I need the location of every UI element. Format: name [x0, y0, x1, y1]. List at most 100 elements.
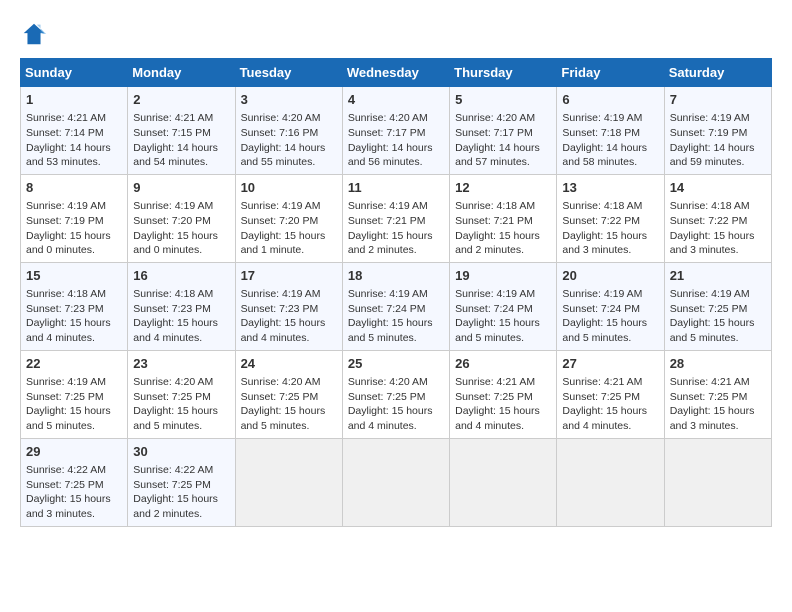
calendar-week-5: 29Sunrise: 4:22 AMSunset: 7:25 PMDayligh… — [21, 438, 772, 526]
calendar-header-row: SundayMondayTuesdayWednesdayThursdayFrid… — [21, 59, 772, 87]
sunset-text: Sunset: 7:24 PM — [348, 303, 426, 315]
daylight-text: Daylight: 15 hours and 5 minutes. — [348, 317, 433, 344]
day-number: 12 — [455, 179, 551, 197]
sunset-text: Sunset: 7:14 PM — [26, 127, 104, 139]
daylight-text: Daylight: 14 hours and 55 minutes. — [241, 142, 326, 169]
day-number: 7 — [670, 91, 766, 109]
calendar-cell: 27Sunrise: 4:21 AMSunset: 7:25 PMDayligh… — [557, 350, 664, 438]
daylight-text: Daylight: 15 hours and 2 minutes. — [348, 230, 433, 257]
sunrise-text: Sunrise: 4:21 AM — [562, 376, 642, 388]
daylight-text: Daylight: 14 hours and 57 minutes. — [455, 142, 540, 169]
daylight-text: Daylight: 15 hours and 5 minutes. — [562, 317, 647, 344]
daylight-text: Daylight: 15 hours and 3 minutes. — [562, 230, 647, 257]
day-number: 9 — [133, 179, 229, 197]
logo-icon — [20, 20, 48, 48]
day-number: 4 — [348, 91, 444, 109]
sunrise-text: Sunrise: 4:19 AM — [670, 288, 750, 300]
sunset-text: Sunset: 7:24 PM — [562, 303, 640, 315]
calendar-week-2: 8 Sunrise: 4:19 AM Sunset: 7:19 PM Daylight… — [21, 174, 772, 262]
calendar-cell: 30Sunrise: 4:22 AMSunset: 7:25 PMDayligh… — [128, 438, 235, 526]
day-number: 18 — [348, 267, 444, 285]
calendar-cell: 11Sunrise: 4:19 AMSunset: 7:21 PMDayligh… — [342, 174, 449, 262]
sunset-text: Sunset: 7:25 PM — [455, 391, 533, 403]
day-number: 1 — [26, 91, 122, 109]
calendar-cell: 15Sunrise: 4:18 AMSunset: 7:23 PMDayligh… — [21, 262, 128, 350]
day-number: 8 — [26, 179, 122, 197]
calendar-cell: 17Sunrise: 4:19 AMSunset: 7:23 PMDayligh… — [235, 262, 342, 350]
sunset-text: Sunset: 7:21 PM — [455, 215, 533, 227]
sunrise-text: Sunrise: 4:18 AM — [26, 288, 106, 300]
calendar-cell: 12Sunrise: 4:18 AMSunset: 7:21 PMDayligh… — [450, 174, 557, 262]
day-number: 17 — [241, 267, 337, 285]
sunset-text: Sunset: 7:23 PM — [26, 303, 104, 315]
sunset-text: Sunset: 7:20 PM — [241, 215, 319, 227]
daylight-text: Daylight: 14 hours and 59 minutes. — [670, 142, 755, 169]
calendar-cell — [342, 438, 449, 526]
sunset-text: Sunset: 7:19 PM — [670, 127, 748, 139]
day-number: 30 — [133, 443, 229, 461]
sunrise-text: Sunrise: 4:22 AM — [26, 464, 106, 476]
calendar-cell: 16Sunrise: 4:18 AMSunset: 7:23 PMDayligh… — [128, 262, 235, 350]
header-wednesday: Wednesday — [342, 59, 449, 87]
sunset-text: Sunset: 7:23 PM — [241, 303, 319, 315]
daylight-text: Daylight: 15 hours and 4 minutes. — [26, 317, 111, 344]
calendar-cell: 13Sunrise: 4:18 AMSunset: 7:22 PMDayligh… — [557, 174, 664, 262]
sunrise-text: Sunrise: 4:19 AM — [348, 200, 428, 212]
day-number: 19 — [455, 267, 551, 285]
daylight-text: Daylight: 15 hours and 1 minute. — [241, 230, 326, 257]
sunrise-text: Sunrise: 4:19 AM — [562, 288, 642, 300]
calendar-cell: 23Sunrise: 4:20 AMSunset: 7:25 PMDayligh… — [128, 350, 235, 438]
day-number: 3 — [241, 91, 337, 109]
day-number: 10 — [241, 179, 337, 197]
sunset-text: Sunset: 7:15 PM — [133, 127, 211, 139]
sunset-text: Sunset: 7:25 PM — [348, 391, 426, 403]
header-monday: Monday — [128, 59, 235, 87]
day-number: 13 — [562, 179, 658, 197]
sunrise-text: Sunrise: 4:18 AM — [133, 288, 213, 300]
sunrise-text: Sunrise: 4:19 AM — [670, 112, 750, 124]
sunset-text: Sunset: 7:23 PM — [133, 303, 211, 315]
header-saturday: Saturday — [664, 59, 771, 87]
page-header — [20, 20, 772, 48]
sunset-text: Sunset: 7:25 PM — [26, 479, 104, 491]
day-number: 28 — [670, 355, 766, 373]
daylight-text: Daylight: 15 hours and 3 minutes. — [670, 230, 755, 257]
sunrise-text: Sunrise: 4:20 AM — [348, 376, 428, 388]
calendar-cell: 19Sunrise: 4:19 AMSunset: 7:24 PMDayligh… — [450, 262, 557, 350]
day-number: 6 — [562, 91, 658, 109]
calendar-cell: 4Sunrise: 4:20 AMSunset: 7:17 PMDaylight… — [342, 87, 449, 175]
sunset-text: Sunset: 7:19 PM — [26, 215, 104, 227]
day-number: 25 — [348, 355, 444, 373]
day-number: 20 — [562, 267, 658, 285]
logo — [20, 20, 52, 48]
calendar-cell: 29Sunrise: 4:22 AMSunset: 7:25 PMDayligh… — [21, 438, 128, 526]
daylight-text: Daylight: 15 hours and 4 minutes. — [241, 317, 326, 344]
sunrise-text: Sunrise: 4:21 AM — [26, 112, 106, 124]
sunset-text: Sunset: 7:25 PM — [133, 391, 211, 403]
daylight-text: Daylight: 15 hours and 0 minutes. — [133, 230, 218, 257]
calendar-cell: 5Sunrise: 4:20 AMSunset: 7:17 PMDaylight… — [450, 87, 557, 175]
sunset-text: Sunset: 7:25 PM — [241, 391, 319, 403]
sunrise-text: Sunrise: 4:19 AM — [241, 200, 321, 212]
daylight-text: Daylight: 15 hours and 4 minutes. — [133, 317, 218, 344]
sunrise-text: Sunrise: 4:19 AM — [26, 376, 106, 388]
calendar-cell: 6Sunrise: 4:19 AMSunset: 7:18 PMDaylight… — [557, 87, 664, 175]
daylight-text: Daylight: 14 hours and 56 minutes. — [348, 142, 433, 169]
sunset-text: Sunset: 7:16 PM — [241, 127, 319, 139]
sunset-text: Sunset: 7:25 PM — [133, 479, 211, 491]
sunrise-text: Sunrise: 4:19 AM — [562, 112, 642, 124]
sunrise-text: Sunrise: 4:19 AM — [348, 288, 428, 300]
daylight-text: Daylight: 15 hours and 3 minutes. — [670, 405, 755, 432]
sunrise-text: Sunrise: 4:19 AM — [133, 200, 213, 212]
sunrise-text: Sunrise: 4:20 AM — [133, 376, 213, 388]
calendar-cell: 26Sunrise: 4:21 AMSunset: 7:25 PMDayligh… — [450, 350, 557, 438]
sunrise-text: Sunrise: 4:21 AM — [670, 376, 750, 388]
day-number: 14 — [670, 179, 766, 197]
calendar-week-3: 15Sunrise: 4:18 AMSunset: 7:23 PMDayligh… — [21, 262, 772, 350]
calendar-cell: 14Sunrise: 4:18 AMSunset: 7:22 PMDayligh… — [664, 174, 771, 262]
daylight-text: Daylight: 15 hours and 5 minutes. — [455, 317, 540, 344]
calendar-cell: 8Sunrise: 4:19 AMSunset: 7:19 PMDaylight… — [21, 174, 128, 262]
daylight-text: Daylight: 15 hours and 0 minutes. — [26, 230, 111, 257]
daylight-text: Daylight: 15 hours and 4 minutes. — [348, 405, 433, 432]
day-number: 2 — [133, 91, 229, 109]
